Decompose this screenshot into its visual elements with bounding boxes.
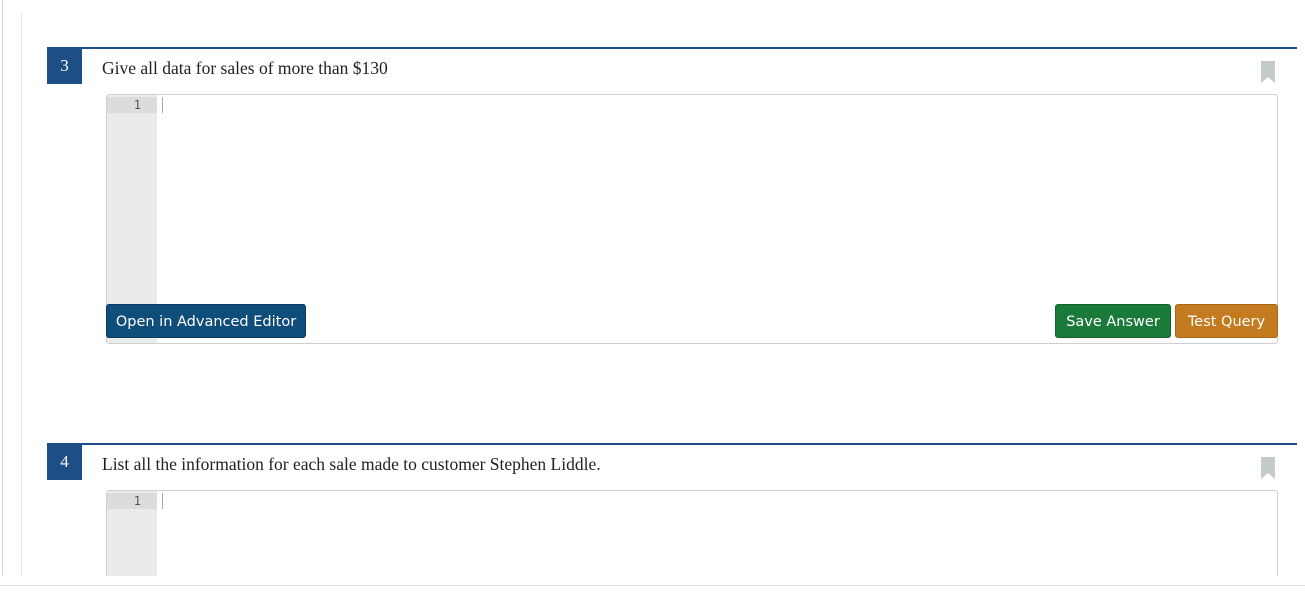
test-query-button[interactable]: Test Query bbox=[1175, 304, 1278, 338]
text-cursor bbox=[162, 493, 163, 509]
line-number: 1 bbox=[107, 493, 157, 509]
question-divider bbox=[47, 47, 1297, 49]
open-advanced-editor-button[interactable]: Open in Advanced Editor bbox=[106, 304, 306, 338]
quiz-page: 3 Give all data for sales of more than $… bbox=[0, 0, 1305, 611]
text-cursor bbox=[162, 97, 163, 113]
content-divider bbox=[21, 14, 22, 575]
question-divider bbox=[47, 443, 1297, 445]
bookmark-icon[interactable] bbox=[1261, 61, 1275, 83]
save-answer-button[interactable]: Save Answer bbox=[1055, 304, 1171, 338]
question-prompt: Give all data for sales of more than $13… bbox=[102, 58, 388, 78]
bookmark-icon[interactable] bbox=[1261, 457, 1275, 479]
question-number: 3 bbox=[47, 49, 82, 84]
question-prompt: List all the information for each sale m… bbox=[102, 454, 601, 474]
line-number: 1 bbox=[107, 97, 157, 113]
bottom-divider bbox=[0, 585, 1305, 586]
question-number: 4 bbox=[47, 445, 82, 480]
left-divider bbox=[2, 0, 3, 575]
viewport-clip bbox=[0, 576, 1305, 611]
